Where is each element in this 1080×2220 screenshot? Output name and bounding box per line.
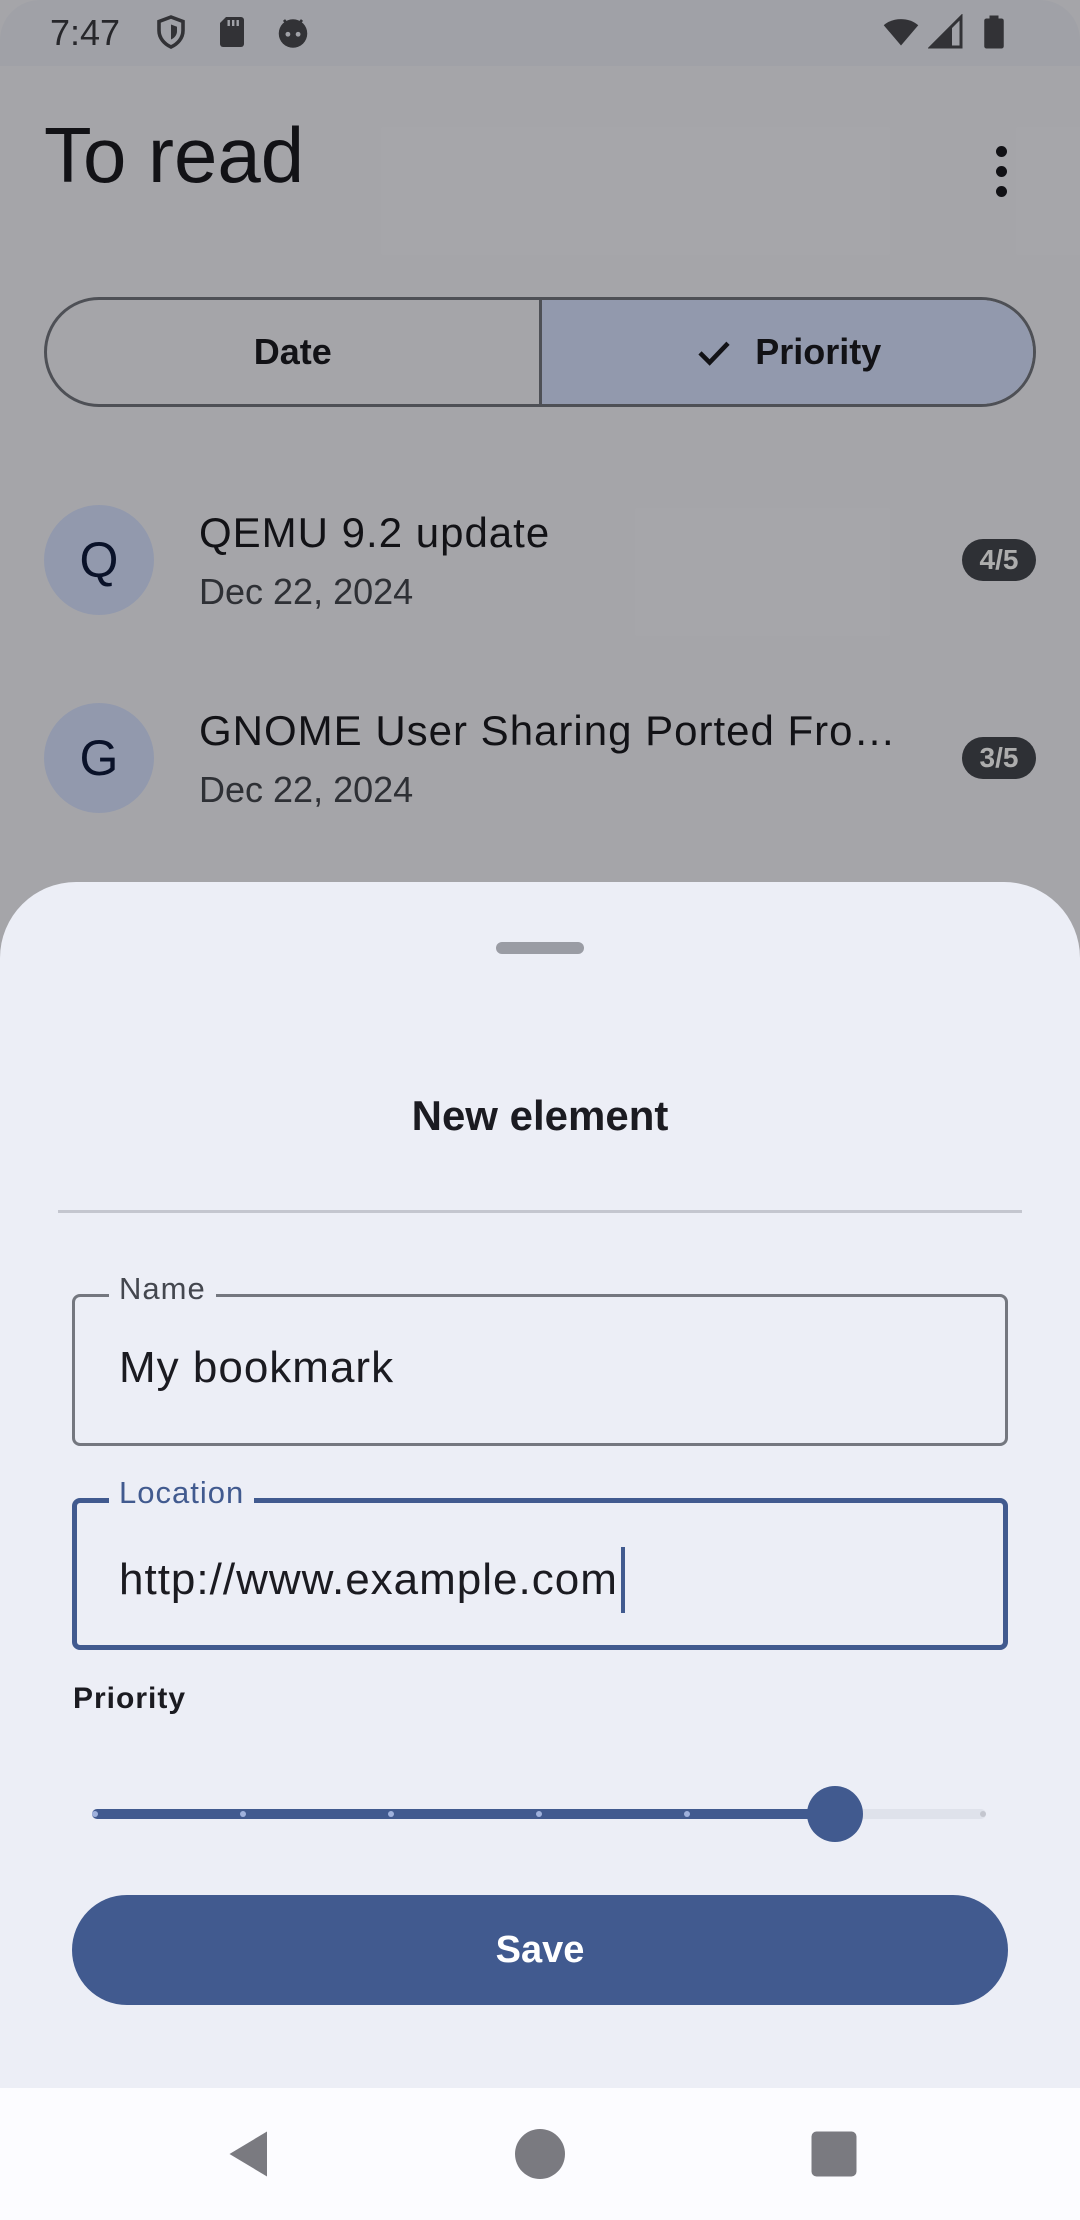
slider-tick [92, 1811, 98, 1817]
home-icon[interactable] [510, 2124, 570, 2184]
priority-slider[interactable] [92, 1782, 986, 1842]
location-field-label: Location [109, 1475, 255, 1511]
location-field[interactable]: Location http://www.example.com [72, 1475, 1008, 1650]
slider-tick [388, 1811, 394, 1817]
save-button[interactable]: Save [72, 1895, 1008, 2005]
slider-tick [684, 1811, 690, 1817]
name-field-value[interactable]: My bookmark [119, 1343, 394, 1393]
slider-tick [240, 1811, 246, 1817]
location-field-input[interactable]: http://www.example.com [119, 1547, 625, 1613]
new-element-sheet: New element Name My bookmark Location ht… [0, 882, 1080, 2088]
drag-handle[interactable] [496, 942, 584, 954]
slider-tick [980, 1811, 986, 1817]
divider [58, 1210, 1022, 1213]
priority-label: Priority [73, 1682, 187, 1715]
sheet-title: New element [411, 1092, 669, 1139]
text-cursor [620, 1547, 625, 1613]
name-field-label: Name [109, 1271, 216, 1307]
slider-tick [536, 1811, 542, 1817]
recents-icon[interactable] [804, 2124, 864, 2184]
location-field-value: http://www.example.com [119, 1555, 618, 1604]
slider-track-active [92, 1809, 835, 1819]
name-field[interactable]: Name My bookmark [72, 1271, 1008, 1446]
back-icon[interactable] [217, 2124, 277, 2184]
navigation-bar [0, 2088, 1080, 2220]
slider-thumb[interactable] [807, 1786, 863, 1842]
